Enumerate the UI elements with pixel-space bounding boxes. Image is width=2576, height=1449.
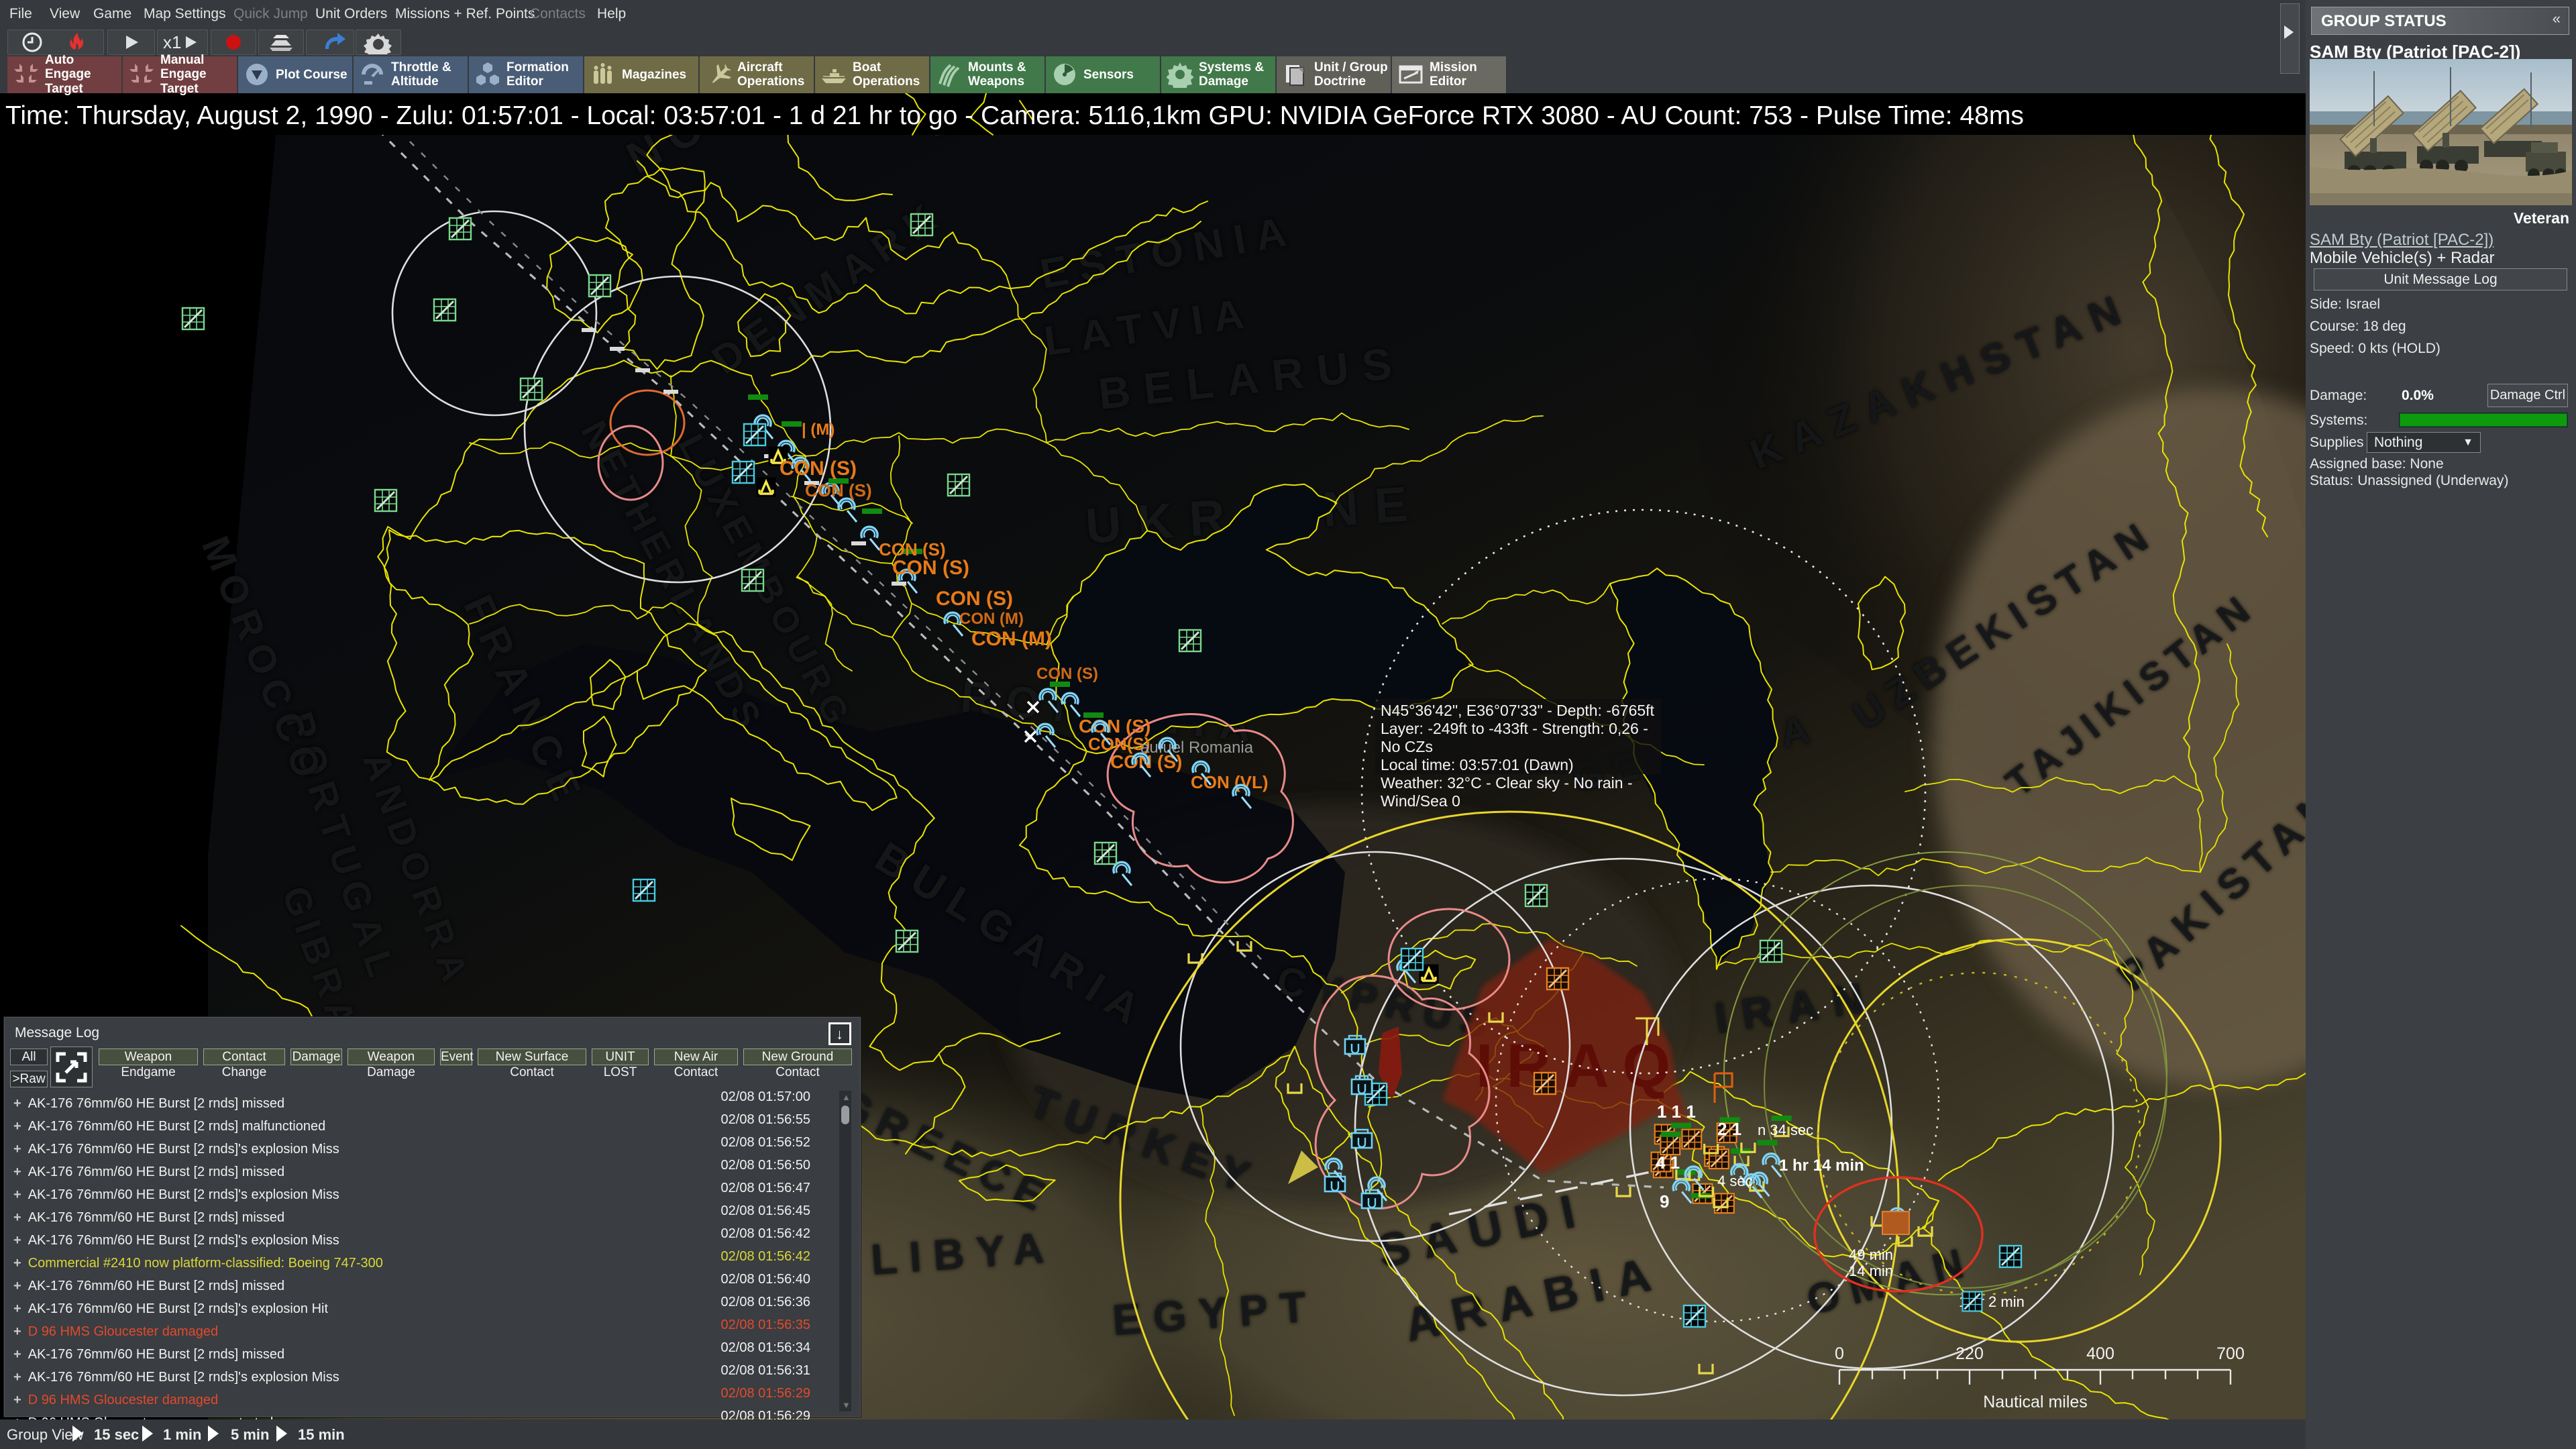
svg-text:| (M): | (M) — [802, 421, 835, 439]
svg-text:4 1: 4 1 — [1656, 1152, 1680, 1173]
svg-text:0: 0 — [1835, 1344, 1844, 1363]
svg-text:2 1: 2 1 — [1717, 1119, 1741, 1139]
svg-text:400: 400 — [2086, 1344, 2114, 1363]
svg-text:9: 9 — [1660, 1191, 1669, 1212]
svg-text:n 34 sec: n 34 sec — [1758, 1122, 1813, 1138]
svg-text:aufuel Romania: aufuel Romania — [1140, 739, 1254, 757]
svg-text:Time: Thursday, August 2, 1990: Time: Thursday, August 2, 1990 - Zulu: 0… — [5, 101, 2024, 130]
svg-text:CON (S): CON (S) — [1036, 665, 1098, 683]
svg-text:Nautical miles: Nautical miles — [1983, 1393, 2088, 1411]
svg-text:49 min: 49 min — [1849, 1246, 1893, 1263]
svg-text:CON (S): CON (S) — [936, 588, 1013, 610]
svg-text:CON (S): CON (S) — [892, 557, 969, 579]
svg-text:CON (S): CON (S) — [805, 480, 872, 500]
svg-text:CON (M): CON (M) — [971, 628, 1052, 650]
svg-text:CON (M): CON (M) — [959, 610, 1024, 628]
svg-text:CON (S): CON (S) — [780, 458, 857, 480]
svg-text:x1: x1 — [163, 32, 181, 52]
svg-text:220: 220 — [1955, 1344, 1984, 1363]
svg-text:14 min: 14 min — [1849, 1263, 1893, 1279]
svg-text:1 hr 14 min: 1 hr 14 min — [1779, 1157, 1864, 1175]
svg-text:1 1 1: 1 1 1 — [1657, 1102, 1696, 1122]
svg-text:4 sec: 4 sec — [1717, 1173, 1753, 1189]
svg-text:700: 700 — [2216, 1344, 2245, 1363]
